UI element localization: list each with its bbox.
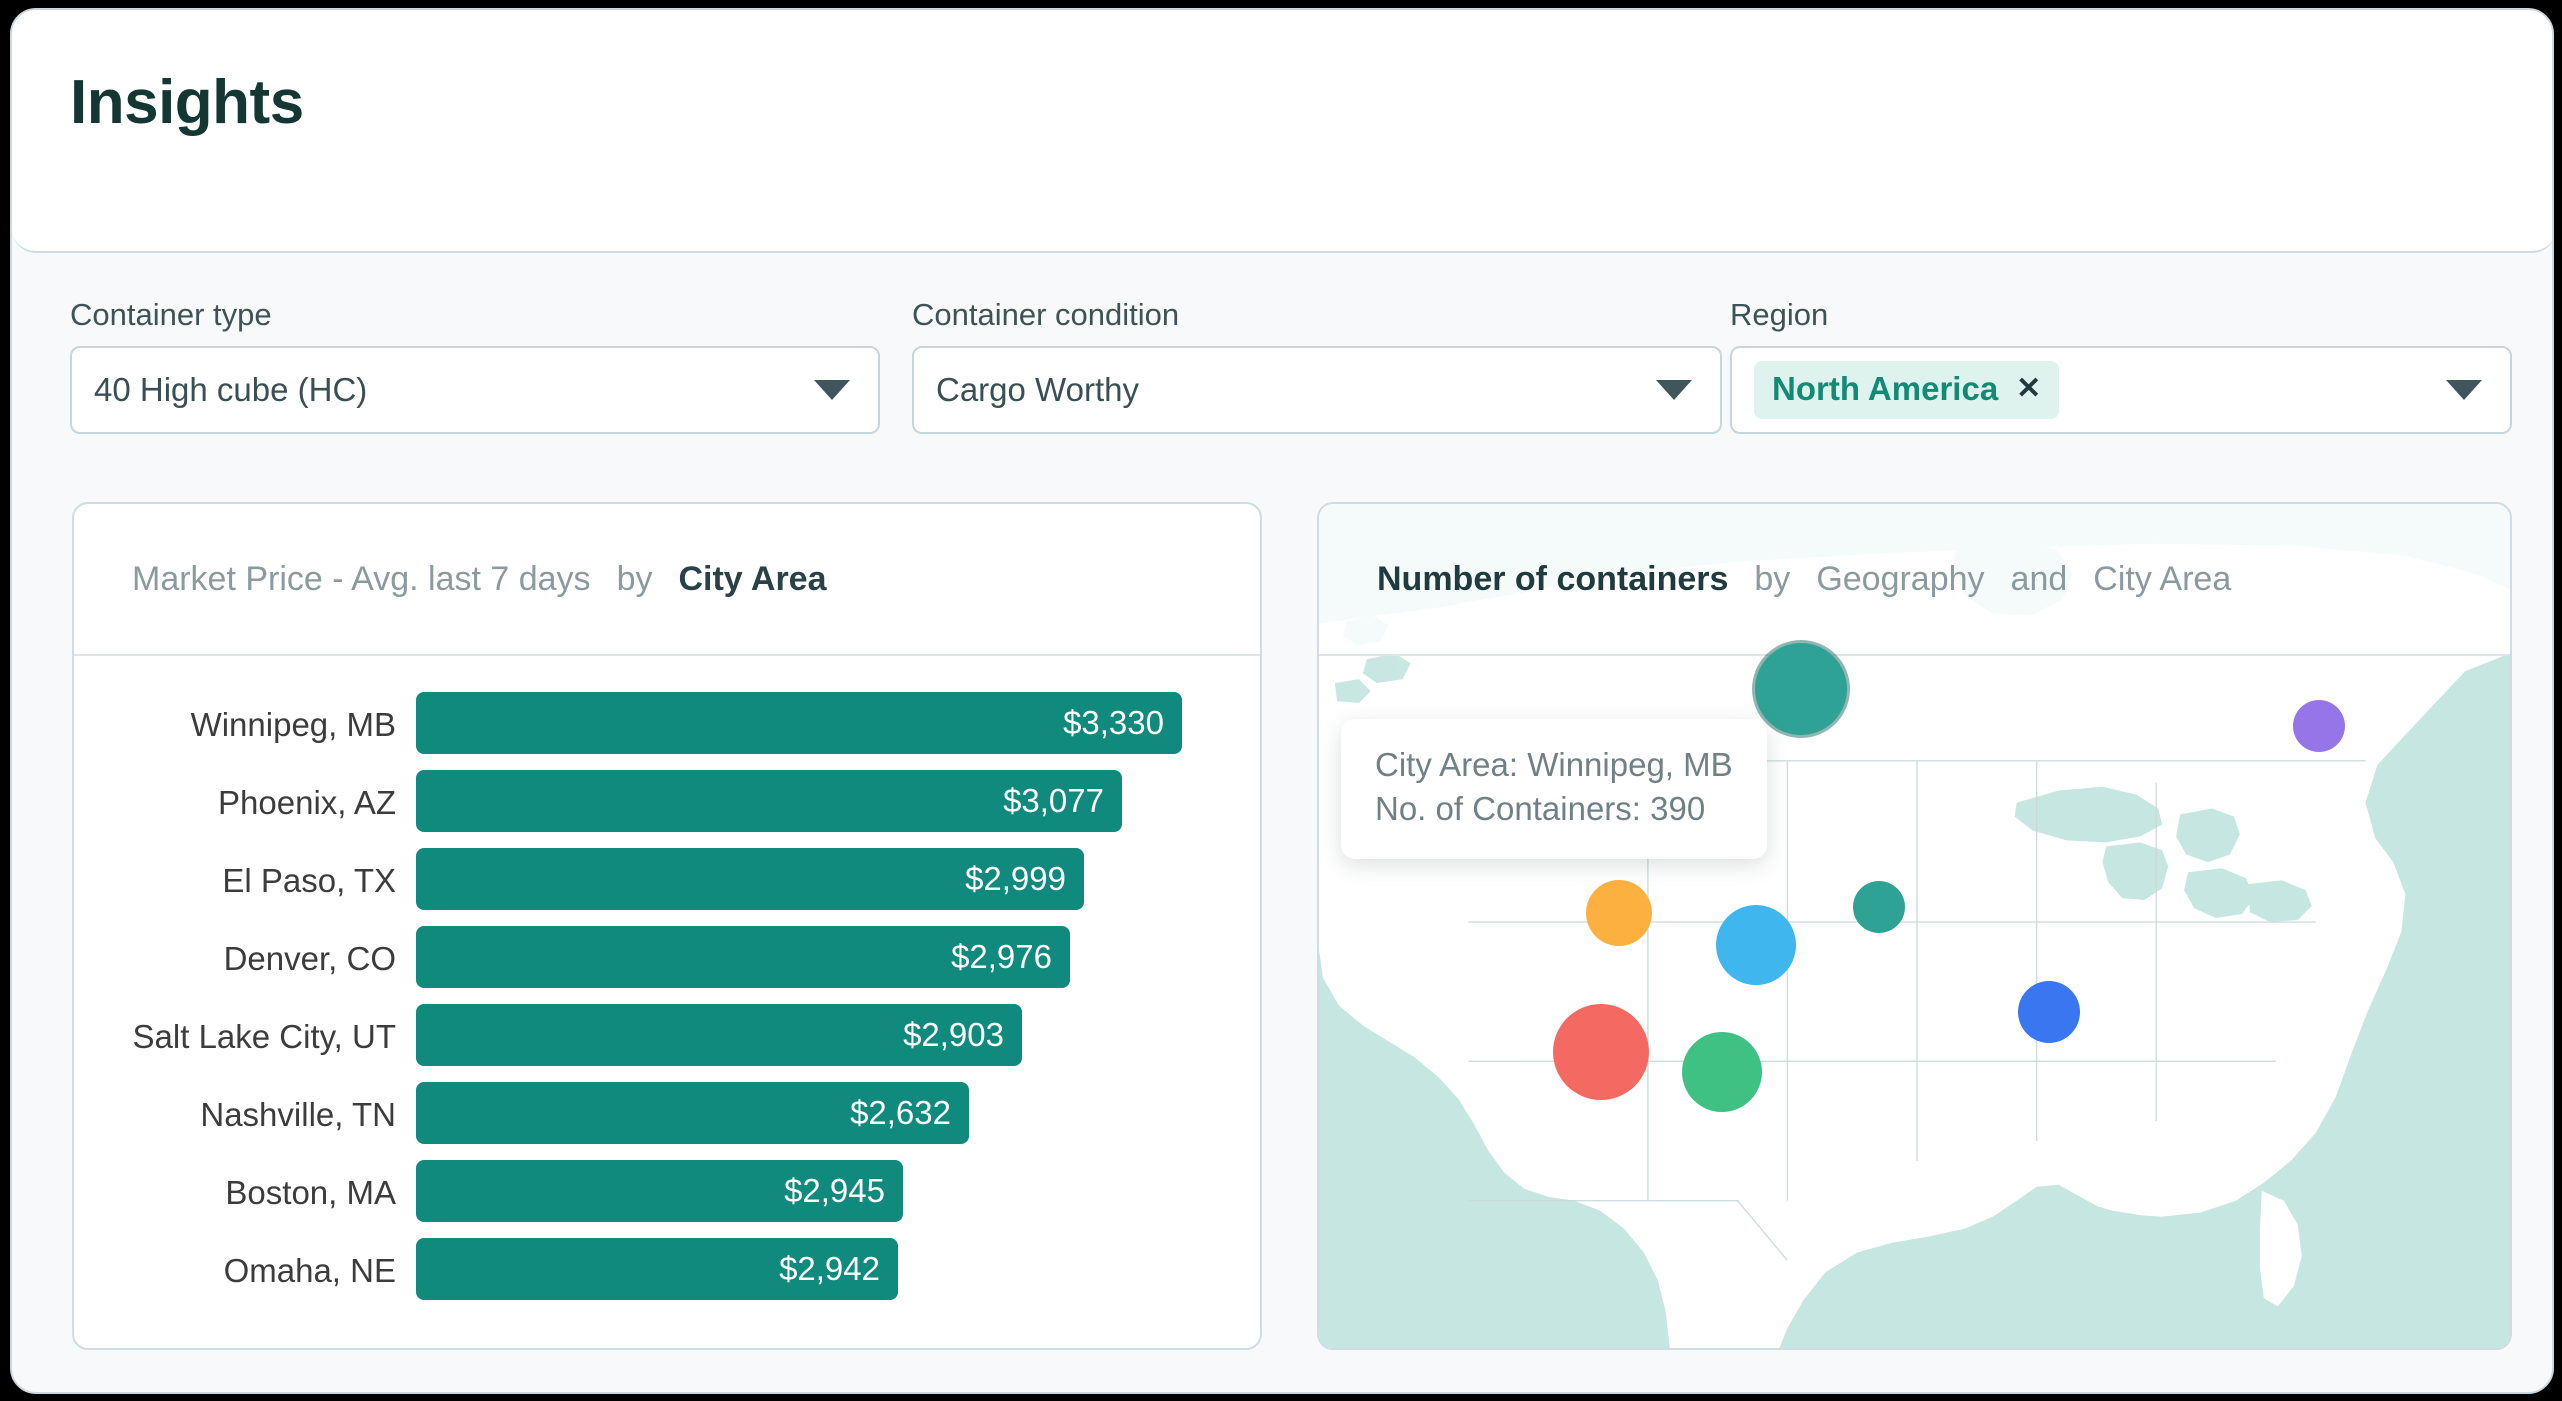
bar-value-label: $2,903	[903, 1016, 1004, 1053]
bar-track: $2,976	[416, 920, 1260, 998]
bar-category-label: Phoenix, AZ	[218, 784, 396, 821]
map-bubble[interactable]	[2293, 700, 2345, 752]
bar-chart-header: Market Price - Avg. last 7 days by City …	[74, 504, 1260, 656]
bar-value-label: $3,077	[1003, 782, 1104, 819]
bar-track: $2,903	[416, 998, 1260, 1076]
bar-row[interactable]: El Paso, TX $2,999	[74, 842, 1260, 920]
bar-value-label: $2,942	[779, 1250, 880, 1287]
map-bubble[interactable]	[2018, 981, 2080, 1043]
bar-value-label: $2,632	[850, 1094, 951, 1131]
bar-track: $3,077	[416, 764, 1260, 842]
container-count-map-panel: Number of containers by Geography and Ci…	[1317, 502, 2512, 1350]
bar-category-label: Boston, MA	[225, 1174, 396, 1211]
page-header: Insights	[12, 10, 2552, 253]
bar-fill[interactable]: $2,942	[416, 1238, 898, 1300]
bar-row[interactable]: Salt Lake City, UT $2,903	[74, 998, 1260, 1076]
bar-track: $2,999	[416, 842, 1260, 920]
bar-category-label: Salt Lake City, UT	[132, 1018, 396, 1055]
map-bubble[interactable]	[1755, 643, 1847, 735]
bar-category-label: El Paso, TX	[222, 862, 396, 899]
map-bubble[interactable]	[1682, 1032, 1762, 1112]
bar-track: $2,632	[416, 1076, 1260, 1154]
bar-category-label: Nashville, TN	[200, 1096, 396, 1133]
chevron-down-icon[interactable]	[2446, 380, 2482, 400]
bar-value-label: $2,976	[951, 938, 1052, 975]
chevron-down-icon[interactable]	[1656, 380, 1692, 400]
bar-row[interactable]: Omaha, NE $2,942	[74, 1232, 1260, 1310]
filter-container-condition: Container condition Cargo Worthy	[912, 299, 1722, 449]
map-bubble[interactable]	[1586, 880, 1652, 946]
insights-dashboard: Insights Container type 40 High cube (HC…	[10, 8, 2554, 1394]
bar-category-label: Winnipeg, MB	[190, 706, 396, 743]
map-bubble[interactable]	[1716, 905, 1796, 985]
filter-container-type: Container type 40 High cube (HC)	[70, 299, 880, 449]
bar-track: $3,330	[416, 686, 1260, 764]
region-chip-label: North America	[1772, 370, 1999, 407]
bar-chart-plot: Winnipeg, MB $3,330 Phoenix, AZ $3,077 El Pa…	[74, 656, 1260, 1348]
bar-row[interactable]: Phoenix, AZ $3,077	[74, 764, 1260, 842]
bar-fill[interactable]: $2,903	[416, 1004, 1022, 1066]
filter-bar: Container type 40 High cube (HC) Contain…	[12, 253, 2552, 461]
bar-fill[interactable]: $3,077	[416, 770, 1122, 832]
container-condition-select[interactable]: Cargo Worthy	[912, 346, 1722, 434]
bar-track: $2,945	[416, 1154, 1260, 1232]
region-select[interactable]: North America ✕	[1730, 346, 2512, 434]
page-title: Insights	[70, 68, 304, 137]
bar-row[interactable]: Boston, MA $2,945	[74, 1154, 1260, 1232]
bar-fill[interactable]: $2,999	[416, 848, 1084, 910]
bar-chart-dimension-label[interactable]: City Area	[678, 560, 826, 599]
bar-chart-metric-label[interactable]: Market Price - Avg. last 7 days	[132, 560, 591, 599]
bar-value-label: $3,330	[1063, 704, 1164, 741]
map-bubble-layer	[1319, 504, 2510, 1348]
tooltip-container-count: No. of Containers: 390	[1375, 790, 1706, 828]
chevron-down-icon[interactable]	[814, 380, 850, 400]
bar-track: $2,942	[416, 1232, 1260, 1310]
filter-label-container-condition: Container condition	[912, 297, 1180, 332]
bar-value-label: $2,999	[965, 860, 1066, 897]
bar-category-label: Omaha, NE	[223, 1252, 396, 1289]
filter-region: Region North America ✕	[1730, 299, 2512, 449]
container-type-value: 40 High cube (HC)	[94, 371, 368, 408]
bar-row[interactable]: Denver, CO $2,976	[74, 920, 1260, 998]
bar-chart-connector: by	[616, 559, 653, 598]
bar-fill[interactable]: $3,330	[416, 692, 1182, 754]
map-tooltip: City Area: Winnipeg, MB No. of Container…	[1341, 719, 1767, 860]
filter-label-region: Region	[1730, 297, 1829, 332]
region-chip[interactable]: North America ✕	[1754, 361, 2060, 419]
bar-row[interactable]: Winnipeg, MB $3,330	[74, 686, 1260, 764]
tooltip-city-area: City Area: Winnipeg, MB	[1375, 746, 1733, 783]
container-type-select[interactable]: 40 High cube (HC)	[70, 346, 880, 434]
container-condition-value: Cargo Worthy	[936, 371, 1139, 408]
bar-category-label: Denver, CO	[223, 940, 396, 977]
filter-label-container-type: Container type	[70, 297, 272, 332]
bar-fill[interactable]: $2,976	[416, 926, 1070, 988]
close-icon[interactable]: ✕	[2016, 374, 2041, 404]
bar-fill[interactable]: $2,945	[416, 1160, 903, 1222]
bar-row[interactable]: Nashville, TN $2,632	[74, 1076, 1260, 1154]
market-price-bar-chart-panel: Market Price - Avg. last 7 days by City …	[72, 502, 1262, 1350]
map-bubble[interactable]	[1853, 881, 1905, 933]
bar-fill[interactable]: $2,632	[416, 1082, 969, 1144]
map-bubble[interactable]	[1553, 1004, 1649, 1100]
bar-value-label: $2,945	[784, 1172, 885, 1209]
